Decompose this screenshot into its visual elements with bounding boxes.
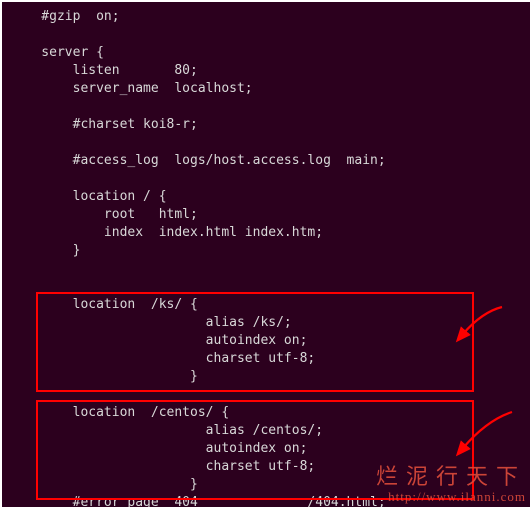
terminal-window: #gzip on; server { listen 80; server_nam… [2, 2, 530, 507]
nginx-config-code: #gzip on; server { listen 80; server_nam… [10, 8, 522, 507]
